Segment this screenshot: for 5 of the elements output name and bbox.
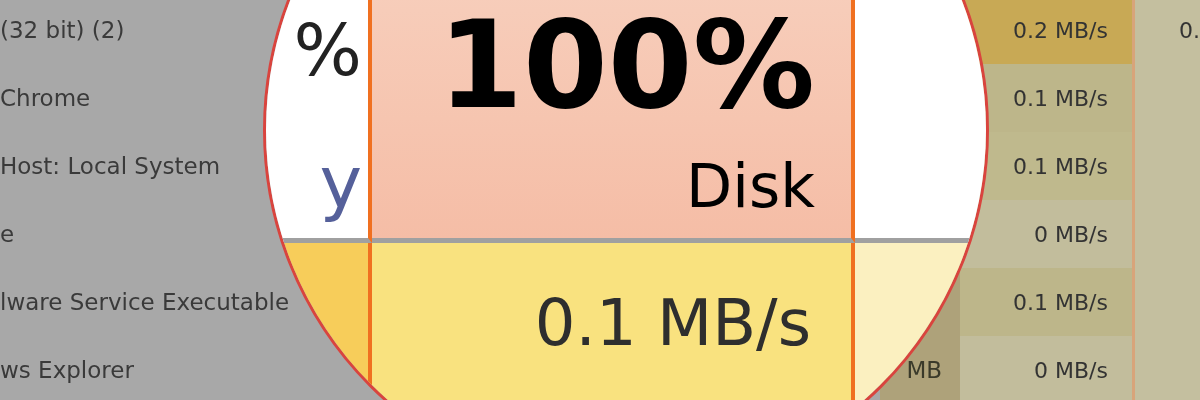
disk-cell: 0 MB/s <box>960 336 1135 400</box>
network-cell <box>1135 336 1200 400</box>
disk-cell: 0 MB/s <box>960 200 1135 268</box>
disk-cell: 0.1 MB/s <box>960 268 1135 336</box>
network-cell: 0. <box>1135 0 1200 64</box>
